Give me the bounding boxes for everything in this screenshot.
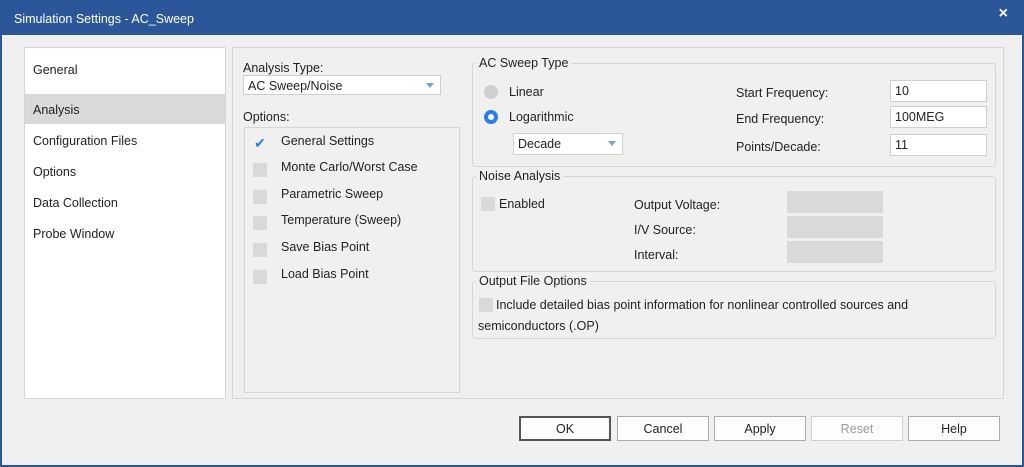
checkbox[interactable]: ✔: [253, 135, 267, 151]
logarithmic-label: Logarithmic: [509, 110, 574, 124]
include-bias-point-checkbox[interactable]: [479, 298, 493, 312]
end-frequency-label: End Frequency:: [736, 112, 825, 126]
help-button[interactable]: Help: [908, 416, 1000, 441]
title-bar: Simulation Settings - AC_Sweep ×: [0, 0, 1024, 35]
checkbox[interactable]: [253, 270, 267, 284]
log-unit-select[interactable]: Decade: [513, 133, 623, 155]
nav-item-configuration-files[interactable]: Configuration Files: [25, 125, 225, 155]
nav-item-probe-window[interactable]: Probe Window: [25, 218, 225, 248]
points-per-decade-label: Points/Decade:: [736, 140, 821, 154]
linear-radio[interactable]: [484, 85, 498, 99]
linear-label: Linear: [509, 85, 544, 99]
ac-sweep-type-group: AC Sweep Type Linear Logarithmic Decade …: [472, 56, 996, 167]
apply-button[interactable]: Apply: [714, 416, 806, 441]
include-bias-point-label-cont: semiconductors (.OP): [478, 319, 599, 333]
start-frequency-label: Start Frequency:: [736, 86, 829, 100]
checkbox[interactable]: [253, 190, 267, 204]
log-unit-value: Decade: [518, 137, 562, 151]
option-monte-carlo[interactable]: Monte Carlo/Worst Case: [253, 160, 453, 182]
option-save-bias-point[interactable]: Save Bias Point: [253, 240, 453, 262]
end-frequency-value: 100MEG: [895, 110, 945, 124]
cancel-button[interactable]: Cancel: [617, 416, 709, 441]
output-voltage-label: Output Voltage:: [634, 198, 721, 212]
analysis-type-value: AC Sweep/Noise: [248, 79, 343, 93]
option-parametric-sweep[interactable]: Parametric Sweep: [253, 187, 453, 209]
options-list: ✔ General Settings Monte Carlo/Worst Cas…: [244, 127, 460, 393]
nav-item-data-collection[interactable]: Data Collection: [25, 187, 225, 217]
points-per-decade-value: 11: [895, 138, 908, 152]
checkbox[interactable]: [253, 163, 267, 177]
settings-nav: General Analysis Configuration Files Opt…: [24, 47, 226, 399]
option-label: Temperature (Sweep): [281, 213, 402, 227]
output-voltage-field[interactable]: [787, 191, 883, 213]
start-frequency-field[interactable]: 10: [890, 80, 987, 102]
analysis-type-label: Analysis Type:: [243, 61, 324, 75]
option-label: General Settings: [281, 134, 375, 148]
option-label: Monte Carlo/Worst Case: [281, 160, 418, 174]
option-label: Load Bias Point: [281, 267, 369, 281]
option-label: Parametric Sweep: [281, 187, 384, 201]
checkmark-icon: ✔: [254, 135, 266, 151]
option-load-bias-point[interactable]: Load Bias Point: [253, 267, 453, 289]
checkbox[interactable]: [253, 216, 267, 230]
checkbox[interactable]: [253, 243, 267, 257]
analysis-type-select[interactable]: AC Sweep/Noise: [243, 75, 441, 95]
nav-item-analysis[interactable]: Analysis: [25, 94, 225, 124]
options-label: Options:: [243, 110, 290, 124]
nav-item-general[interactable]: General: [25, 54, 225, 84]
option-temperature-sweep[interactable]: Temperature (Sweep): [253, 213, 453, 235]
include-bias-point-label: Include detailed bias point information …: [496, 298, 909, 312]
iv-source-label: I/V Source:: [634, 223, 696, 237]
analysis-panel: Analysis Type: AC Sweep/Noise Options: ✔…: [232, 47, 1004, 399]
chevron-down-icon: [426, 83, 434, 88]
logarithmic-radio[interactable]: [484, 110, 498, 124]
window-title: Simulation Settings - AC_Sweep: [14, 12, 194, 26]
start-frequency-value: 10: [895, 84, 909, 98]
points-per-decade-field[interactable]: 11: [890, 134, 987, 156]
option-label: Save Bias Point: [281, 240, 370, 254]
output-file-options-group: Output File Options Include detailed bia…: [472, 274, 996, 339]
noise-enabled-checkbox[interactable]: [481, 197, 495, 211]
reset-button[interactable]: Reset: [811, 416, 903, 441]
iv-source-field[interactable]: [787, 216, 883, 238]
output-file-options-legend: Output File Options: [476, 274, 590, 288]
nav-item-options[interactable]: Options: [25, 156, 225, 186]
interval-field[interactable]: [787, 241, 883, 263]
noise-enabled-label: Enabled: [499, 197, 545, 211]
noise-analysis-group: Noise Analysis Enabled Output Voltage: I…: [472, 169, 996, 272]
interval-label: Interval:: [634, 248, 679, 262]
option-general-settings[interactable]: ✔ General Settings: [253, 134, 453, 156]
end-frequency-field[interactable]: 100MEG: [890, 106, 987, 128]
ok-button[interactable]: OK: [519, 416, 611, 441]
ac-sweep-type-legend: AC Sweep Type: [476, 56, 572, 70]
noise-analysis-legend: Noise Analysis: [476, 169, 564, 183]
dialog-body: General Analysis Configuration Files Opt…: [2, 35, 1022, 465]
chevron-down-icon: [608, 141, 616, 146]
close-icon[interactable]: ×: [999, 5, 1008, 23]
